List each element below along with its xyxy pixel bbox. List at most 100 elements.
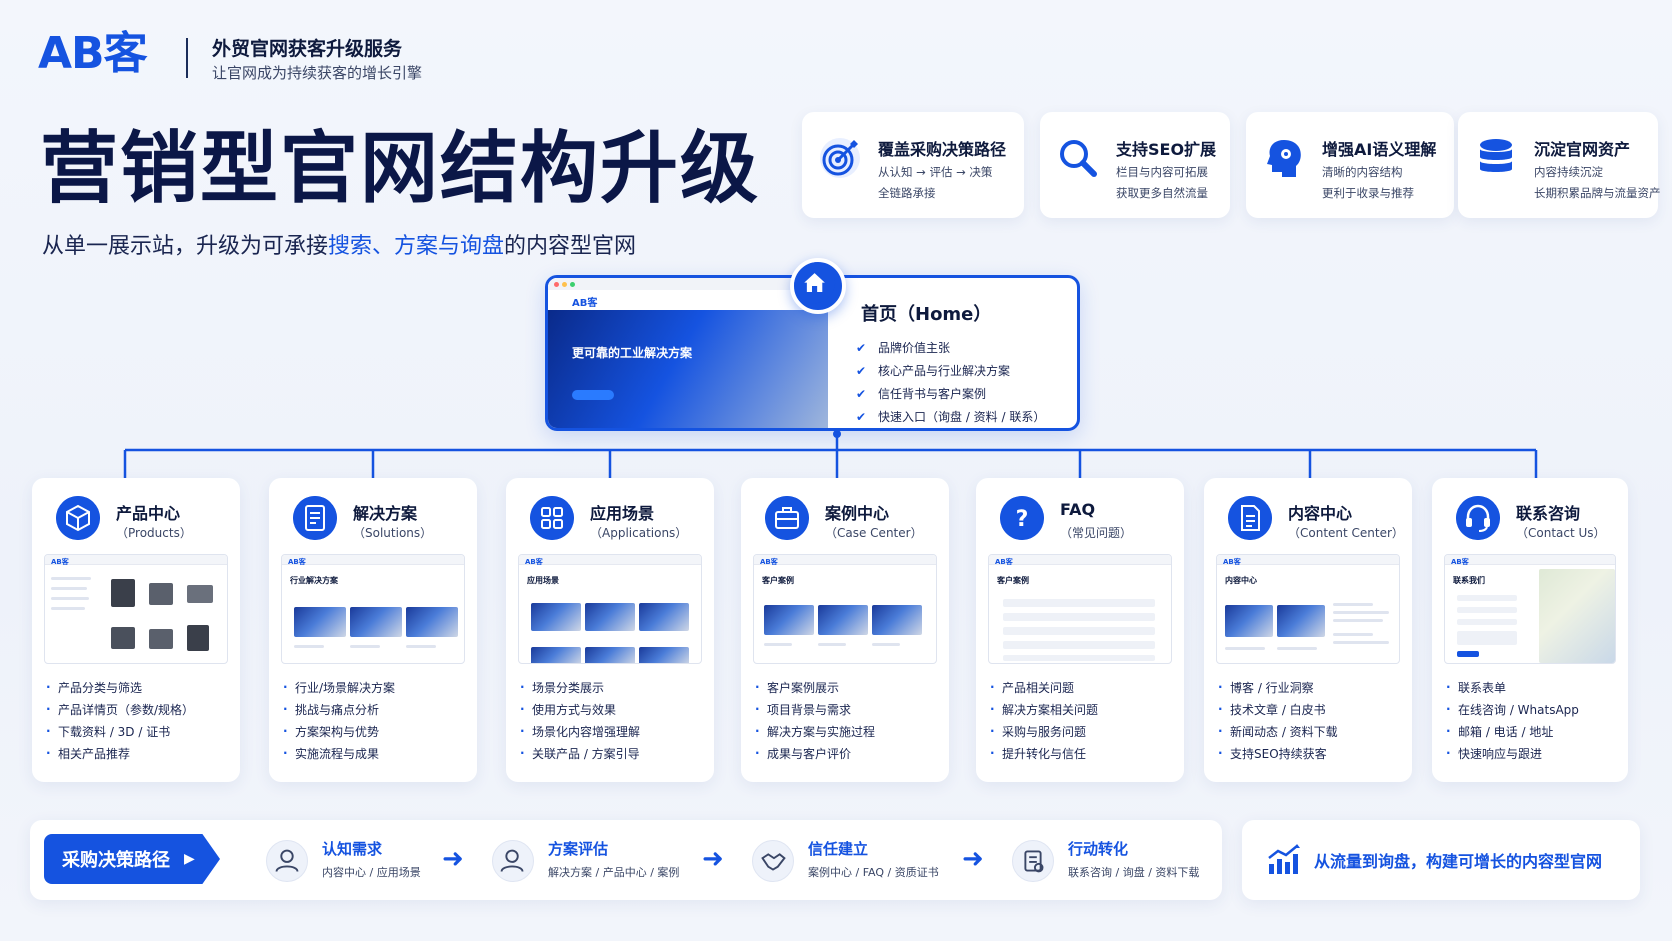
map-image: [1539, 569, 1615, 663]
section-title: 应用场景: [590, 504, 655, 523]
logo-divider: [186, 38, 188, 78]
filter-line: [51, 597, 89, 600]
arrow-right-icon: ➜: [442, 844, 464, 874]
feature-title: 沉淀官网资产: [1534, 140, 1631, 159]
browser-bar: [754, 555, 936, 565]
faq-row: [1003, 627, 1155, 635]
list-item: · 采购与服务问题: [990, 724, 1087, 739]
shot-heading: 客户案例: [997, 576, 1029, 585]
list-item: · 挑战与痛点分析: [283, 702, 380, 717]
text-line: [1333, 603, 1373, 606]
document-icon: [293, 496, 337, 540]
list-item-label: 邮箱 / 电话 / 地址: [1458, 724, 1554, 739]
form-field: [1457, 631, 1517, 645]
check-icon: ✔: [856, 386, 867, 401]
cube-icon: [56, 496, 100, 540]
decision-path-button[interactable]: 采购决策路径 ▶: [44, 834, 220, 884]
list-item-label: 新闻动态 / 资料下载: [1230, 724, 1338, 739]
play-icon: ▶: [184, 851, 195, 867]
list-item-label: 提升转化与信任: [1002, 746, 1087, 761]
text-line: [872, 643, 900, 646]
shot-logo: AB客: [51, 558, 69, 566]
list-item: · 实施流程与成果: [283, 746, 380, 761]
section-screenshot: AB客 联系我们: [1444, 554, 1616, 664]
list-item: ✔ 信任背书与客户案例: [856, 382, 1045, 405]
section-list: · 产品相关问题 · 解决方案相关问题 · 采购与服务问题 · 提升转化与信任: [990, 676, 1098, 764]
shot-image: [531, 603, 581, 631]
section-card-cases[interactable]: 案例中心 （Case Center） AB客 客户案例 · 客户案例展示 · 项目背…: [741, 478, 949, 782]
list-item-label: 实施流程与成果: [295, 746, 380, 761]
section-card-solutions[interactable]: 解决方案 （Solutions） AB客 行业解决方案 · 行业/场景解决方案 ·…: [269, 478, 477, 782]
shot-image: [350, 607, 402, 637]
decision-path-bar: 采购决策路径 ▶ 认知需求 内容中心 / 应用场景 ➜ 方案评估 解决方案 / 产…: [30, 820, 1222, 900]
list-item: · 相关产品推荐: [46, 746, 131, 761]
shot-image: [764, 605, 814, 635]
check-icon: ✔: [856, 363, 867, 378]
home-title: 首页（Home）: [861, 304, 992, 325]
list-item: · 支持SEO持续获客: [1218, 746, 1327, 761]
home-icon: [790, 258, 846, 314]
product-image: [149, 583, 173, 605]
page-subtitle: 从单一展示站，升级为可承接搜索、方案与询盘的内容型官网: [42, 228, 636, 260]
list-item-label: 关联产品 / 方案引导: [532, 746, 640, 761]
feature-card-decision-path: 覆盖采购决策路径 从认知 → 评估 → 决策 全链路承接: [802, 112, 1024, 218]
shot-heading: 内容中心: [1225, 576, 1257, 585]
section-card-contact[interactable]: 联系咨询 （Contact Us） AB客 联系我们 · 联系表单 · 在线咨询 /…: [1432, 478, 1628, 782]
window-dot: [554, 282, 559, 287]
home-screenshot: AB客 更可靠的工业解决方案: [548, 278, 828, 428]
faq-row: [1003, 641, 1155, 649]
shot-heading: 行业解决方案: [290, 576, 338, 585]
feature-title: 增强AI语义理解: [1322, 140, 1437, 159]
list-item: · 博客 / 行业洞察: [1218, 680, 1314, 695]
list-item: · 新闻动态 / 资料下载: [1218, 724, 1338, 739]
faq-row: [1003, 613, 1155, 621]
text-line: [406, 645, 436, 648]
search-icon: [1060, 140, 1097, 177]
section-card-faq[interactable]: ? FAQ （常见问题） AB客 客户案例 · 产品相关问题 · 解决方案相关问题 …: [976, 478, 1184, 782]
section-title: 案例中心: [825, 504, 890, 523]
browser-bar: [548, 278, 828, 290]
list-item: ✔ 品牌价值主张: [856, 336, 1045, 359]
product-image: [149, 629, 173, 649]
list-item-label: 在线咨询 / WhatsApp: [1458, 702, 1579, 717]
window-dot: [562, 282, 567, 287]
browser-bar: [519, 555, 701, 565]
shot-heading: 联系我们: [1453, 576, 1485, 585]
feature-line: 更利于收录与推荐: [1322, 186, 1414, 200]
path-step: 行动转化 联系咨询 / 询盘 / 资料下载: [1012, 838, 1212, 884]
list-item: · 关联产品 / 方案引导: [520, 746, 640, 761]
shot-logo: AB客: [760, 558, 778, 566]
section-subtitle: （常见问题）: [1060, 526, 1133, 540]
text-line: [350, 645, 380, 648]
filter-line: [51, 577, 91, 580]
browser-bar: [989, 555, 1171, 565]
section-card-content[interactable]: 内容中心 （Content Center） AB客 内容中心 · 博客 / 行业洞…: [1204, 478, 1412, 782]
check-icon: ✔: [856, 409, 867, 424]
list-item: · 场景化内容增强理解: [520, 724, 641, 739]
faq-row: [1003, 599, 1155, 607]
section-list: · 场景分类展示 · 使用方式与效果 · 场景化内容增强理解 · 关联产品 / 方案引导: [520, 676, 640, 764]
form-field: [1457, 595, 1517, 601]
section-card-products[interactable]: 产品中心 （Products） AB客 · 产品分类与筛选 · 产品详情页（参数/规…: [32, 478, 240, 782]
text-line: [1225, 647, 1265, 650]
shot-heading: 客户案例: [762, 576, 794, 585]
feature-line: 全链路承接: [878, 186, 936, 200]
section-card-applications[interactable]: 应用场景 （Applications） AB客 应用场景 · 场景分类展示 · 使用…: [506, 478, 714, 782]
list-item: · 解决方案与实施过程: [755, 724, 876, 739]
list-item-label: 解决方案与实施过程: [767, 724, 876, 739]
check-icon: ✔: [856, 340, 867, 355]
list-item-label: 产品相关问题: [1002, 680, 1075, 695]
feature-line: 栏目与内容可拓展: [1116, 165, 1208, 179]
list-item-label: 挑战与痛点分析: [295, 702, 380, 717]
list-item: ✔ 快速入口（询盘 / 资料 / 联系）: [856, 405, 1045, 428]
shot-image: [639, 603, 689, 631]
form-icon: [1012, 840, 1054, 882]
list-item-label: 客户案例展示: [767, 680, 840, 695]
section-subtitle: （Solutions）: [353, 526, 433, 540]
section-list: · 博客 / 行业洞察 · 技术文章 / 白皮书 · 新闻动态 / 资料下载 · 支持S…: [1218, 676, 1338, 764]
briefcase-icon: [765, 496, 809, 540]
browser-bar: [45, 555, 227, 565]
hero-button: [572, 390, 614, 400]
step-subtitle: 解决方案 / 产品中心 / 案例: [548, 866, 680, 879]
product-image: [187, 585, 213, 603]
